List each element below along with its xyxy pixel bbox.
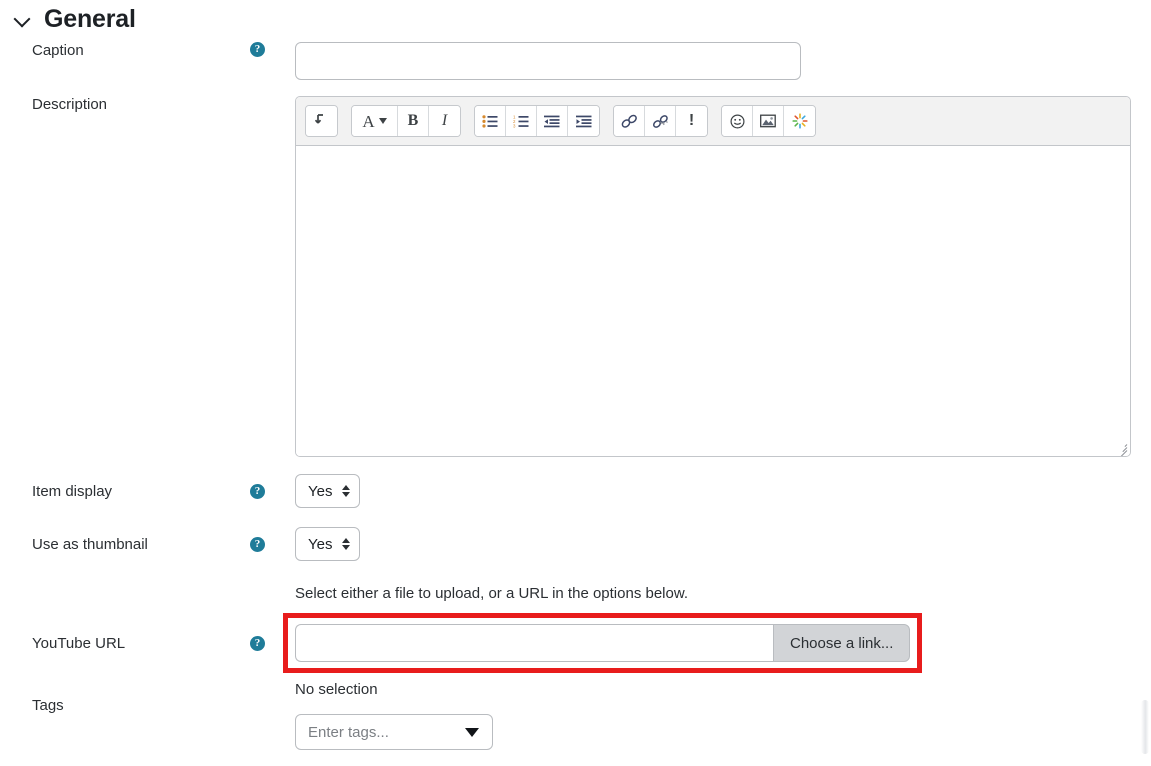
chevron-down-icon[interactable] xyxy=(14,10,32,28)
description-field-wrap: A B I 1 2 3 ! xyxy=(295,96,1151,457)
use-as-thumbnail-select[interactable]: Yes xyxy=(295,527,360,561)
use-as-thumbnail-select-wrap: Yes xyxy=(295,527,360,561)
picture-glyph xyxy=(760,114,776,128)
tags-input[interactable]: Enter tags... xyxy=(295,714,493,750)
editor-toolbar: A B I 1 2 3 ! xyxy=(296,97,1130,146)
item-display-field-wrap: Yes xyxy=(295,474,1151,508)
unlink-icon[interactable] xyxy=(645,106,676,136)
accessibility-checker-icon[interactable]: ! xyxy=(676,106,707,136)
emoticon-icon[interactable] xyxy=(722,106,753,136)
toolbar-group-list-indent: 1 2 3 xyxy=(474,105,600,137)
indent-glyph xyxy=(575,115,591,127)
select-note-wrap: Select either a file to upload, or a URL… xyxy=(295,585,1151,603)
expand-toolbar-icon[interactable] xyxy=(306,106,337,136)
choose-a-link-button[interactable]: Choose a link... xyxy=(773,624,911,662)
section-header-general[interactable]: General xyxy=(0,0,1151,38)
form-row-item-display: Item display ? Yes xyxy=(0,474,1151,508)
tags-placeholder: Enter tags... xyxy=(308,723,389,741)
youtube-url-input[interactable] xyxy=(295,624,773,662)
youtube-url-input-group: Choose a link... xyxy=(295,624,911,662)
help-icon[interactable]: ? xyxy=(250,483,265,499)
item-display-help[interactable]: ? xyxy=(250,483,295,499)
unordered-list-icon[interactable] xyxy=(475,106,506,136)
chevron-down-icon xyxy=(378,118,387,124)
item-display-select-wrap: Yes xyxy=(295,474,360,508)
expand-arrow-glyph xyxy=(315,113,323,124)
page-scrollbar[interactable] xyxy=(1141,700,1149,754)
form-row-caption: Caption ? xyxy=(0,42,1151,80)
page-title: General xyxy=(44,4,136,33)
use-as-thumbnail-help[interactable]: ? xyxy=(250,536,295,552)
caret-down-icon[interactable] xyxy=(465,727,479,737)
smiley-glyph xyxy=(729,113,745,129)
use-as-thumbnail-label: Use as thumbnail xyxy=(32,535,148,553)
item-display-label: Item display xyxy=(32,482,113,500)
tags-no-selection-text: No selection xyxy=(295,681,378,698)
help-icon[interactable]: ? xyxy=(250,536,265,552)
description-label: Description xyxy=(32,96,108,113)
number-list-glyph: 1 2 3 xyxy=(513,115,529,128)
svg-text:3: 3 xyxy=(513,123,516,127)
indent-icon[interactable] xyxy=(568,106,599,136)
font-style-icon[interactable]: A xyxy=(352,106,398,136)
h5p-burst-glyph xyxy=(791,113,808,129)
outdent-icon[interactable] xyxy=(537,106,568,136)
link-icon[interactable] xyxy=(614,106,645,136)
tags-label: Tags xyxy=(32,697,64,714)
ordered-list-icon[interactable]: 1 2 3 xyxy=(506,106,537,136)
tags-field-wrap: No selection Enter tags... xyxy=(295,681,1151,750)
bold-icon[interactable]: B xyxy=(398,106,429,136)
broken-chain-glyph xyxy=(652,114,668,128)
toolbar-group-media xyxy=(721,105,816,137)
outdent-glyph xyxy=(544,115,560,127)
toolbar-group-text-format: A B I xyxy=(351,105,461,137)
select-note-text: Select either a file to upload, or a URL… xyxy=(295,585,689,602)
caption-help[interactable]: ? xyxy=(250,42,295,57)
form-row-description: Description A B I 1 2 3 ! xyxy=(0,96,1151,457)
use-as-thumbnail-field-wrap: Yes xyxy=(295,527,1151,561)
caption-input[interactable] xyxy=(295,42,801,80)
help-icon[interactable]: ? xyxy=(250,42,265,57)
form-row-use-as-thumbnail: Use as thumbnail ? Yes xyxy=(0,527,1151,561)
h5p-icon[interactable] xyxy=(784,106,815,136)
textarea-resize-handle[interactable] xyxy=(1115,441,1128,456)
item-display-select[interactable]: Yes xyxy=(295,474,360,508)
rich-text-editor: A B I 1 2 3 ! xyxy=(295,96,1131,457)
youtube-url-field-wrap: Choose a link... xyxy=(283,613,1151,673)
form-row-youtube-url: YouTube URL ? Choose a link... xyxy=(0,613,1151,673)
bullet-list-glyph xyxy=(482,114,498,128)
chain-link-glyph xyxy=(621,114,637,128)
caption-label: Caption xyxy=(32,42,84,59)
toolbar-group-link: ! xyxy=(613,105,708,137)
image-icon[interactable] xyxy=(753,106,784,136)
form-row-tags: Tags No selection Enter tags... xyxy=(0,681,1151,750)
form-row-select-note: Select either a file to upload, or a URL… xyxy=(0,585,1151,603)
youtube-url-label: YouTube URL xyxy=(32,634,126,652)
caption-field-wrap xyxy=(295,42,1151,80)
description-editable-area[interactable] xyxy=(296,146,1130,456)
highlight-annotation-box: Choose a link... xyxy=(283,613,923,673)
italic-icon[interactable]: I xyxy=(429,106,460,136)
help-icon[interactable]: ? xyxy=(250,635,265,651)
toolbar-group-expand xyxy=(305,105,338,137)
